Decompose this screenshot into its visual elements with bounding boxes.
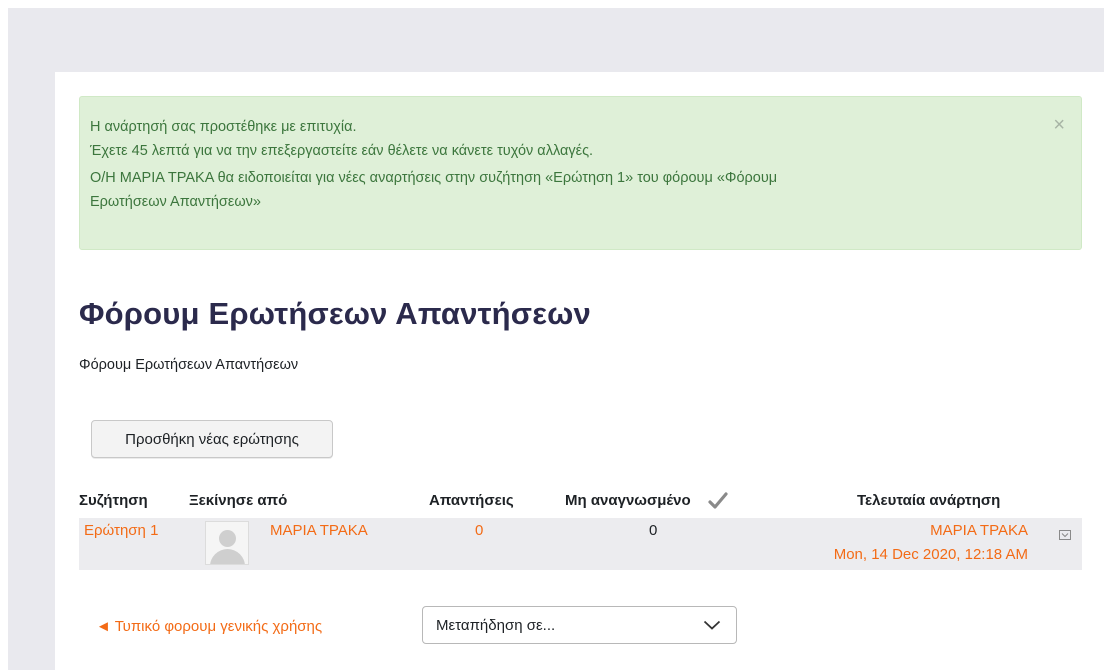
chevron-down-icon [703, 620, 721, 630]
header-started-by[interactable]: Ξεκίνησε από [189, 492, 287, 509]
forum-description: Φόρουμ Ερωτήσεων Απαντήσεων [79, 357, 299, 373]
header-unread: Μη αναγνωσμένο [565, 492, 691, 509]
avatar-head [219, 530, 236, 547]
success-alert: Η ανάρτησή σας προστέθηκε με επιτυχία. Έ… [79, 96, 1082, 250]
checkmark-icon[interactable] [708, 492, 728, 510]
unread-count: 0 [649, 522, 658, 539]
left-strip [0, 8, 8, 670]
discussion-link[interactable]: Ερώτηση 1 [84, 522, 158, 539]
jump-to-select[interactable]: Μεταπήδηση σε... [422, 606, 737, 644]
alert-line-2: Έχετε 45 λεπτά για να την επεξεργαστείτε… [90, 143, 594, 159]
alert-line-3a: Ο/Η ΜΑΡΙΑ ΤΡΑΚΑ θα ειδοποιείται για νέες… [90, 170, 778, 186]
alert-line-3: Ο/Η ΜΑΡΙΑ ΤΡΑΚΑ θα ειδοποιείται για νέες… [90, 166, 1065, 214]
replies-count-link[interactable]: 0 [475, 522, 483, 539]
discussion-subscribe-icon[interactable] [1059, 530, 1071, 540]
started-by-link[interactable]: ΜΑΡΙΑ ΤΡΑΚΑ [270, 522, 368, 539]
header-last-post[interactable]: Τελευταία ανάρτηση [857, 492, 1000, 509]
previous-activity-link[interactable]: ◄ Τυπικό φορουμ γενικής χρήσης [96, 618, 322, 635]
page-title: Φόρουμ Ερωτήσεων Απαντήσεων [79, 296, 591, 331]
user-avatar[interactable] [205, 521, 249, 565]
last-post-date-link[interactable]: Mon, 14 Dec 2020, 12:18 AM [834, 546, 1028, 563]
jump-to-select-label: Μεταπήδηση σε... [436, 616, 556, 634]
header-replies[interactable]: Απαντήσεις [429, 492, 514, 509]
alert-line-1: Η ανάρτησή σας προστέθηκε με επιτυχία. [90, 119, 357, 135]
close-icon[interactable]: × [1053, 115, 1065, 135]
alert-line-3b: Ερωτήσεων Απαντήσεων» [90, 194, 261, 210]
avatar-body [210, 549, 245, 564]
main-content: Η ανάρτησή σας προστέθηκε με επιτυχία. Έ… [55, 72, 1104, 670]
last-post-author-link[interactable]: ΜΑΡΙΑ ΤΡΑΚΑ [930, 522, 1028, 539]
add-discussion-button[interactable]: Προσθήκη νέας ερώτησης [91, 420, 333, 458]
top-bar [0, 0, 1104, 8]
header-discussion[interactable]: Συζήτηση [79, 492, 148, 509]
